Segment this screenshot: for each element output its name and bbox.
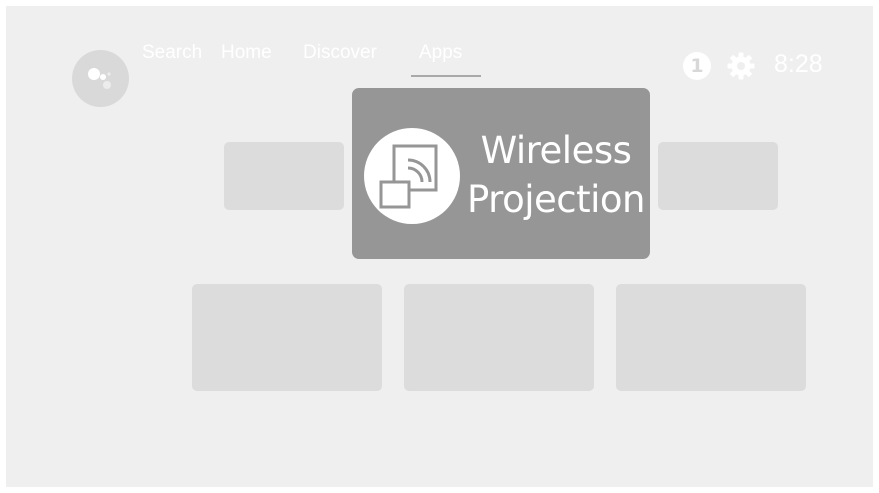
app-tile-large[interactable] — [192, 284, 382, 391]
app-tile[interactable] — [224, 142, 344, 210]
nav-apps[interactable]: Apps — [419, 42, 462, 64]
feature-title-line2: Projection — [467, 178, 645, 221]
assistant-button[interactable] — [72, 50, 129, 107]
nav-home[interactable]: Home — [221, 42, 272, 64]
notification-badge[interactable]: 1 — [683, 52, 711, 80]
app-tile-large[interactable] — [616, 284, 806, 391]
nav-discover[interactable]: Discover — [303, 42, 377, 64]
assistant-icon — [88, 68, 111, 89]
app-tile[interactable] — [658, 142, 778, 210]
clock: 8:28 — [774, 50, 823, 78]
cast-icon — [379, 144, 438, 209]
nav-search[interactable]: Search — [142, 42, 202, 64]
app-tile-large[interactable] — [404, 284, 594, 391]
feature-title: Wireless Projection — [462, 126, 650, 224]
gear-icon[interactable] — [726, 51, 756, 81]
feature-title-line1: Wireless — [480, 129, 632, 172]
active-tab-indicator — [411, 75, 481, 77]
tv-home-screen: Search Home Discover Apps 1 8:28 Wireles… — [6, 6, 873, 487]
wireless-projection-card[interactable]: Wireless Projection — [352, 88, 650, 259]
cast-icon-circle — [364, 128, 460, 224]
